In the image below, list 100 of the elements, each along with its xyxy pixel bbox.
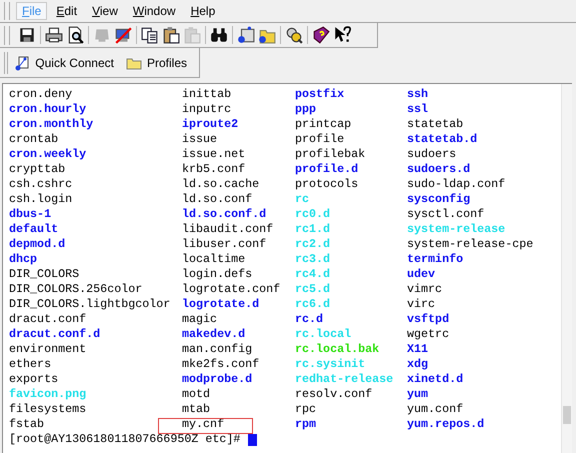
file-name: sudo-ldap.conf (407, 177, 506, 192)
scrollbar[interactable] (561, 84, 572, 453)
print-preview-icon[interactable] (66, 26, 84, 44)
file-name: environment (9, 342, 86, 357)
file-name: redhat-release (295, 372, 394, 387)
file-name: sudoers (407, 147, 456, 162)
file-name: default (9, 222, 58, 237)
file-name: logrotate.d (182, 297, 260, 312)
file-name: DIR_COLORS.lightbgcolor (9, 297, 170, 312)
quick-connect-icon (14, 54, 30, 70)
file-name: yum.repos.d (407, 417, 484, 432)
file-name: rc2.d (295, 237, 330, 252)
toolbar-button[interactable]: Profiles (126, 54, 187, 70)
file-name: cron.monthly (9, 117, 94, 132)
file-name: logrotate.conf (182, 282, 280, 297)
file-name: exports (9, 372, 58, 387)
file-name: inittab (182, 87, 232, 102)
file-name: iproute2 (182, 117, 238, 132)
file-name: mke2fs.conf (182, 357, 260, 372)
file-name: vsftpd (407, 312, 450, 327)
file-name: virc (407, 297, 436, 312)
toolbar-button[interactable]: Quick Connect (14, 54, 114, 70)
file-name: DIR_COLORS (9, 267, 80, 282)
file-name: resolv.conf (295, 387, 372, 402)
file-name: profile.d (295, 162, 358, 177)
file-name: rc6.d (295, 297, 330, 312)
file-name: my.cnf (182, 417, 224, 432)
menu-item[interactable]: View (86, 2, 124, 20)
file-name: man.config (182, 342, 252, 357)
file-name: rc.d (295, 312, 324, 327)
file-name: rc.local (295, 327, 352, 342)
file-name: dracut.conf (9, 312, 86, 327)
file-name: dhcp (9, 252, 38, 267)
file-name: localtime (182, 252, 246, 267)
file-name: postfix (295, 87, 344, 102)
file-name: sudoers.d (407, 162, 470, 177)
file-name: libuser.conf (182, 237, 266, 252)
menu-item[interactable]: Window (126, 2, 182, 20)
file-name: makedev.d (182, 327, 246, 342)
file-name: profilebak (295, 147, 366, 162)
file-name: inputrc (182, 102, 232, 117)
file-name: libaudit.conf (182, 222, 274, 237)
file-name: statetab.d (407, 132, 478, 147)
file-name: favicon.png (9, 387, 86, 402)
paste-icon[interactable] (162, 26, 180, 44)
file-name: rpc (295, 402, 316, 417)
file-name: yum.conf (407, 402, 464, 417)
file-name: issue.net (182, 147, 246, 162)
command-prompt: [root@AY130618011807666950Z etc]# (9, 432, 240, 447)
file-name: csh.login (9, 192, 72, 207)
file-name: ld.so.conf (182, 192, 252, 207)
file-name: sysctl.conf (407, 207, 484, 222)
menu-item[interactable]: Edit (50, 2, 84, 20)
file-name: ld.so.cache (182, 177, 260, 192)
file-name: csh.cshrc (9, 177, 72, 192)
file-name: rc1.d (295, 222, 330, 237)
file-name: depmod.d (9, 237, 66, 252)
file-name: issue (182, 132, 218, 147)
file-name: DIR_COLORS.256color (9, 282, 142, 297)
file-name: login.defs (182, 267, 252, 282)
print-icon[interactable] (45, 26, 63, 44)
file-name: rc4.d (295, 267, 330, 282)
new-session-icon[interactable] (237, 26, 255, 44)
file-name: yum (407, 387, 428, 402)
file-name: xdg (407, 357, 428, 372)
file-name: rc0.d (295, 207, 330, 222)
binoculars-icon[interactable] (210, 26, 228, 44)
disconnect-icon[interactable] (114, 26, 132, 44)
file-name: X11 (407, 342, 428, 357)
file-name: profile (295, 132, 344, 147)
file-name: magic (182, 312, 218, 327)
cursor (248, 434, 258, 446)
file-name: udev (407, 267, 436, 282)
file-name: rpm (295, 417, 316, 432)
file-name: cron.weekly (9, 147, 86, 162)
file-name: rc.local.bak (295, 342, 380, 357)
file-name: terminfo (407, 252, 464, 267)
copy-icon[interactable] (141, 26, 159, 44)
file-name: dbus-1 (9, 207, 52, 222)
file-name: protocols (295, 177, 358, 192)
file-name: xinetd.d (407, 372, 464, 387)
file-name: motd (182, 387, 210, 402)
file-name: crontab (9, 132, 58, 147)
file-name: krb5.conf (182, 162, 246, 177)
file-name: statetab (407, 117, 464, 132)
file-name: ssl (407, 102, 428, 117)
file-name: rc5.d (295, 282, 330, 297)
file-name: mtab (182, 402, 210, 417)
help-pointer-icon[interactable] (333, 26, 351, 44)
file-name: sysconfig (407, 192, 470, 207)
menu-item[interactable]: Help (184, 2, 222, 20)
file-name: modprobe.d (182, 372, 252, 387)
file-name: system-release (407, 222, 506, 237)
file-name: ppp (295, 102, 316, 117)
file-name: rc.sysinit (295, 357, 366, 372)
file-name: ld.so.conf.d (182, 207, 266, 222)
save-icon[interactable] (18, 26, 36, 44)
scrollbar-thumb[interactable] (563, 406, 571, 424)
file-name: system-release-cpe (407, 237, 534, 252)
file-name: fstab (9, 417, 44, 432)
